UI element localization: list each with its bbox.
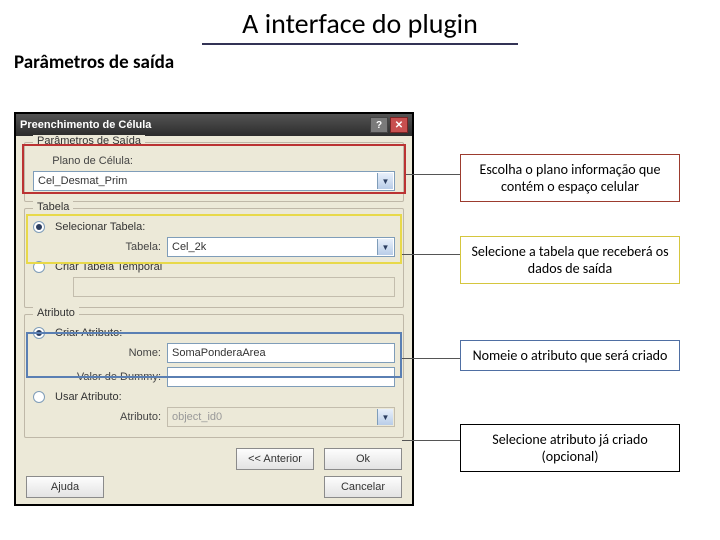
criar-temporal-label: Criar Tabela Temporal [55, 261, 162, 273]
atributo-value: object_id0 [172, 411, 222, 423]
leader-2 [402, 254, 460, 255]
group-atributo: Atributo Criar Atributo: Nome: SomaPonde… [24, 314, 404, 438]
tabela-value: Cel_2k [172, 241, 206, 253]
radio-selecionar-tabela[interactable] [33, 221, 45, 233]
plano-value: Cel_Desmat_Prim [38, 175, 127, 187]
prev-button[interactable]: << Anterior [236, 448, 314, 470]
annotation-atributo: Selecione atributo já criado (opcional) [460, 424, 680, 472]
cancel-button[interactable]: Cancelar [324, 476, 402, 498]
window-title: Preenchimento de Célula [20, 119, 151, 131]
dummy-input[interactable] [167, 367, 395, 387]
group-tabela: Tabela Selecionar Tabela: Tabela: Cel_2k… [24, 208, 404, 308]
group-parametros: Parâmetros de Saída Plano de Célula: Cel… [24, 142, 404, 202]
dialog-window: Preenchimento de Célula ? ✕ Parâmetros d… [14, 112, 414, 506]
group-tabela-legend: Tabela [33, 201, 73, 213]
annotation-tabela: Selecione a tabela que receberá os dados… [460, 236, 680, 284]
group-atributo-legend: Atributo [33, 307, 79, 319]
plano-combo[interactable]: Cel_Desmat_Prim ▼ [33, 171, 395, 191]
nome-value: SomaPonderaArea [172, 347, 266, 359]
help-button[interactable]: Ajuda [26, 476, 104, 498]
ok-button[interactable]: Ok [324, 448, 402, 470]
chevron-down-icon: ▼ [377, 239, 393, 255]
nome-input[interactable]: SomaPonderaArea [167, 343, 395, 363]
button-bar-2: Ajuda Cancelar [16, 476, 412, 504]
close-icon[interactable]: ✕ [390, 117, 408, 133]
group-parametros-legend: Parâmetros de Saída [33, 135, 145, 147]
radio-criar-label: Criar Atributo: [55, 327, 122, 339]
radio-selecionar-label: Selecionar Tabela: [55, 221, 145, 233]
atributo-combo: object_id0 ▼ [167, 407, 395, 427]
tabela-combo[interactable]: Cel_2k ▼ [167, 237, 395, 257]
titlebar: Preenchimento de Célula ? ✕ [16, 114, 412, 136]
radio-usar-atributo[interactable] [33, 391, 45, 403]
chevron-down-icon: ▼ [377, 409, 393, 425]
chevron-down-icon: ▼ [377, 173, 393, 189]
annotation-nome: Nomeie o atributo que será criado [460, 340, 680, 371]
leader-4 [402, 440, 460, 441]
leader-3 [402, 358, 460, 359]
atributo-label: Atributo: [73, 411, 161, 423]
temporal-input [73, 277, 395, 297]
radio-usar-label: Usar Atributo: [55, 391, 122, 403]
tabela-label: Tabela: [73, 241, 161, 253]
nome-label: Nome: [73, 347, 161, 359]
leader-1 [406, 174, 460, 175]
radio-criar-temporal[interactable] [33, 261, 45, 273]
plano-label: Plano de Célula: [33, 155, 133, 167]
slide-title: A interface do plugin [202, 6, 518, 45]
dummy-label: Valor de Dummy: [73, 371, 161, 383]
annotation-plano: Escolha o plano informação que contém o … [460, 154, 680, 202]
help-icon[interactable]: ? [370, 117, 388, 133]
slide-subtitle: Parâmetros de saída [14, 51, 720, 74]
button-bar: << Anterior Ok [16, 442, 412, 476]
radio-criar-atributo[interactable] [33, 327, 45, 339]
